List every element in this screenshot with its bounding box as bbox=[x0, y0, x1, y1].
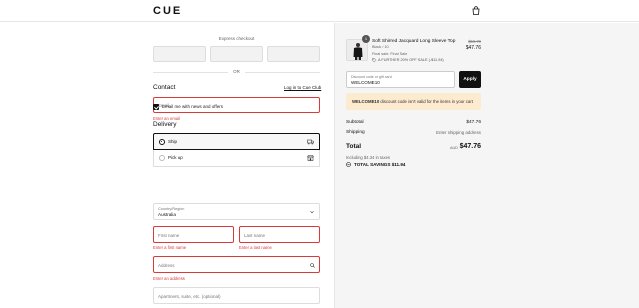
express-checkout-label: Express checkout bbox=[218, 36, 255, 41]
truck-icon bbox=[307, 139, 314, 145]
subtotal-label: Subtotal bbox=[346, 120, 364, 125]
apply-button[interactable]: Apply bbox=[459, 71, 481, 88]
checkout-form-panel: Express checkout OR Contact Log in to Cu… bbox=[0, 23, 334, 308]
login-link[interactable]: Log in to Cue Club bbox=[284, 85, 321, 90]
final-sale-note: Final sale: Final Sale bbox=[372, 52, 408, 56]
total-label: Total bbox=[346, 143, 362, 150]
discount-code-value: WELCOME10 bbox=[351, 80, 380, 85]
shipping-value: Enter shipping address bbox=[436, 130, 481, 135]
country-label: Country/Region bbox=[158, 207, 185, 211]
address-placeholder: Address bbox=[158, 263, 175, 268]
discount-code-input[interactable]: Discount code or gift card WELCOME10 bbox=[346, 71, 455, 88]
address-error: Enter an address bbox=[153, 276, 185, 281]
sale-price: $47.76 bbox=[465, 45, 481, 51]
express-pay-button-3[interactable] bbox=[267, 46, 320, 62]
apartment-field[interactable]: Apartment, suite, etc. (optional) bbox=[153, 287, 320, 304]
delivery-heading: Delivery bbox=[153, 121, 177, 128]
country-value: Australia bbox=[158, 212, 176, 217]
tag-icon bbox=[372, 58, 377, 63]
ship-radio[interactable] bbox=[159, 139, 165, 145]
or-label: OR bbox=[233, 69, 240, 74]
first-name-placeholder: First name bbox=[158, 233, 180, 238]
promo-discount: A FURTHER 20% OFF SALE (-$11.94) bbox=[378, 58, 444, 62]
chevron-down-icon bbox=[310, 211, 314, 214]
apartment-placeholder: Apartment, suite, etc. (optional) bbox=[158, 294, 221, 299]
original-price: $59.70 bbox=[468, 39, 481, 44]
newsletter-checkbox[interactable] bbox=[153, 104, 159, 110]
first-name-field[interactable]: First name bbox=[153, 226, 234, 243]
express-pay-button-2[interactable] bbox=[210, 46, 263, 62]
quantity-badge: 1 bbox=[362, 35, 370, 43]
logo[interactable]: CUE bbox=[153, 5, 182, 17]
notice-message: discount code isn't valid for the items … bbox=[379, 99, 473, 104]
notice-text: WELCOME10 discount code isn't valid for … bbox=[352, 99, 473, 104]
pickup-radio[interactable] bbox=[159, 155, 165, 161]
express-pay-button-1[interactable] bbox=[153, 46, 206, 62]
newsletter-label: Email me with news and offers bbox=[162, 104, 223, 109]
last-name-error: Enter a last name bbox=[239, 245, 272, 250]
last-name-placeholder: Last name bbox=[244, 233, 266, 238]
address-field[interactable]: Address bbox=[153, 256, 320, 273]
product-variant: Black / 10 bbox=[372, 45, 389, 49]
shopping-bag-icon[interactable] bbox=[472, 6, 480, 15]
total-savings: TOTAL SAVINGS $11.94 bbox=[354, 162, 406, 167]
header: CUE bbox=[0, 0, 639, 22]
taxes-note: Including $4.34 in taxes bbox=[346, 155, 390, 160]
pickup-label: Pick up bbox=[168, 155, 183, 160]
total-value: $47.76 bbox=[459, 143, 481, 150]
pickup-option[interactable]: Pick up bbox=[153, 150, 320, 167]
country-select[interactable]: Country/Region Australia bbox=[153, 203, 320, 220]
store-icon bbox=[307, 155, 314, 161]
or-divider: OR bbox=[153, 69, 320, 75]
contact-heading: Contact bbox=[153, 84, 176, 91]
savings-tag-icon bbox=[346, 162, 351, 167]
notice-code: WELCOME10 bbox=[352, 99, 380, 104]
ship-label: Ship bbox=[168, 139, 178, 144]
last-name-field[interactable]: Last name bbox=[239, 226, 320, 243]
discount-error-notice: WELCOME10 discount code isn't valid for … bbox=[346, 93, 481, 110]
search-icon bbox=[310, 263, 315, 268]
shipping-label: Shipping bbox=[346, 130, 365, 135]
first-name-error: Enter a first name bbox=[153, 245, 187, 250]
subtotal-value: $47.76 bbox=[466, 120, 481, 125]
product-image bbox=[347, 40, 367, 60]
ship-option[interactable]: Ship bbox=[153, 133, 320, 150]
discount-code-label: Discount code or gift card bbox=[351, 74, 392, 79]
